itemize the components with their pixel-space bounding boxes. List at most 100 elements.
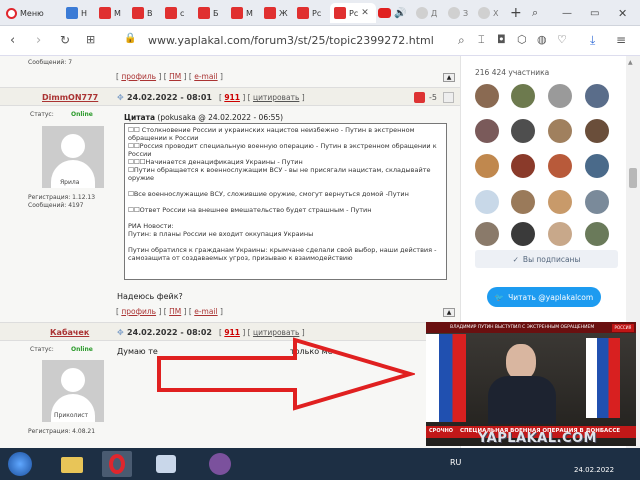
scroll-top-icon[interactable]: ▲ [443,73,455,82]
tab-10[interactable]: З [448,3,474,23]
tab-label: Х [493,8,499,18]
opera-taskbar-icon[interactable] [102,451,132,477]
pm-link[interactable]: ПМ [169,307,181,316]
close-window-button[interactable]: ✕ [618,3,632,23]
urgent-tag: СРОЧНО [429,428,454,434]
member-avatar[interactable] [548,119,572,143]
vpn-icon[interactable]: ◍ [537,33,547,46]
scroll-up-icon[interactable]: ▲ [628,59,633,66]
search-tabs-icon[interactable]: ⌕ [532,3,546,23]
download-icon[interactable]: ⤓ [590,33,595,48]
quote-link[interactable]: цитировать [253,93,299,102]
tab-6[interactable]: М [231,3,261,23]
tab-5[interactable]: Б [198,3,228,23]
tab-8[interactable]: Рс [297,3,327,23]
url-field[interactable]: www.yaplakal.com/forum3/st/25/topic23992… [148,34,434,47]
tab-3[interactable]: В [132,3,162,23]
scrollbar-thumb[interactable] [629,168,637,188]
tab-label: В [147,8,153,18]
report-icon[interactable] [443,92,454,103]
member-avatar[interactable] [511,84,535,108]
profile-link[interactable]: профиль [121,307,156,316]
viber-icon[interactable] [204,451,234,477]
subscribed-button[interactable]: ✓ Вы подписаны [475,250,618,268]
start-button[interactable] [4,451,34,477]
opera-menu-button[interactable]: Меню [6,3,58,23]
member-avatar[interactable] [475,119,499,143]
camera-icon[interactable]: ◘ [497,33,506,46]
tab-7[interactable]: Ж [264,3,294,23]
russian-flag-left [426,334,466,422]
email-link[interactable]: e-mail [194,307,217,316]
language-indicator[interactable]: RU [450,458,461,467]
file-explorer-icon[interactable] [56,451,86,477]
member-avatar[interactable] [475,154,499,178]
post-rating-row: [ 911 ] [ цитировать ] [219,93,305,102]
member-avatar[interactable] [511,154,535,178]
member-avatar[interactable] [511,190,535,214]
cube-icon[interactable]: ⬡ [517,33,527,46]
profile-link[interactable]: профиль [121,72,156,81]
member-avatar[interactable] [475,222,499,246]
member-avatar[interactable] [548,222,572,246]
tab-label: Н [81,8,88,18]
vote-icon[interactable] [414,92,425,103]
member-avatar[interactable] [585,154,609,178]
site-icon [165,7,177,19]
member-avatar[interactable] [548,154,572,178]
twitter-follow-button[interactable]: 🐦 Читать @yaplakalcom [487,287,601,307]
site-icon [198,7,210,19]
forward-icon[interactable]: › [36,33,41,48]
heart-icon[interactable]: ♡ [557,33,567,46]
member-avatar[interactable] [585,119,609,143]
paint-icon[interactable] [150,451,180,477]
member-avatar[interactable] [511,119,535,143]
tab-1[interactable]: Н [66,3,96,23]
menu-icon[interactable]: ≡ [616,33,626,47]
tab-9[interactable]: Д [416,3,442,23]
tab-active[interactable]: Рс ✕ [330,3,376,23]
member-avatar[interactable] [475,190,499,214]
email-link[interactable]: e-mail [194,72,217,81]
post-author[interactable]: Кабачек [50,328,89,337]
close-icon[interactable]: ✕ [361,8,369,18]
quote-line: Путин: в планы России не входит оккупаци… [128,230,314,238]
tab-youtube[interactable]: 🔊 [378,3,412,23]
maximize-button[interactable]: ▭ [590,3,604,23]
quote-line: ☐☐ Столкновение России и украинских наци… [128,126,415,142]
tab-2[interactable]: М [99,3,129,23]
member-avatar[interactable] [585,84,609,108]
tab-label: М [114,8,121,18]
back-icon[interactable]: ‹ [10,33,15,48]
site-icon [231,7,243,19]
tab-4[interactable]: с [165,3,195,23]
member-avatar[interactable] [585,222,609,246]
quote-header-source: (pokusaka @ 24.02.2022 - 06:55) [155,113,284,122]
pm-link[interactable]: ПМ [169,72,181,81]
member-avatar[interactable] [548,84,572,108]
reload-icon[interactable]: ↻ [60,33,70,47]
member-avatar[interactable] [548,190,572,214]
minimize-button[interactable]: — [562,3,576,23]
prev-post-stats: Сообщений: 7 [28,59,73,66]
quote-spacer [128,182,443,190]
forum-topic: Сообщений: 7 [ профиль ] [ ПМ ] [ e-mail… [0,56,460,448]
scroll-top-icon[interactable]: ▲ [443,308,455,317]
snapshot-icon[interactable]: ⌶ [478,33,485,47]
member-avatar[interactable] [511,222,535,246]
member-avatar[interactable] [475,84,499,108]
new-tab-button[interactable]: + [510,3,524,23]
registration-date: Регистрация: 4.08.21 [28,428,96,435]
status-label: Статус: [30,346,54,353]
video-overlay[interactable]: ВЛАДИМИР ПУТИН ВЫСТУПИЛ С ЭКСТРЕННЫМ ОБР… [426,322,636,446]
post-author[interactable]: DimmON777 [42,93,98,102]
member-avatar[interactable] [585,190,609,214]
members-count: 216 424 участника [475,68,550,77]
tab-11[interactable]: Х [478,3,504,23]
speed-dial-icon[interactable]: ⊞ [86,33,95,46]
search-icon[interactable]: ⌕ [458,33,465,48]
speaker-suit [488,376,556,424]
quote-line: ☐Путин обращается к военнослужащим ВСУ -… [128,166,431,182]
windows-taskbar: RU 24.02.2022 [0,448,640,480]
post-number[interactable]: 911 [224,93,240,102]
